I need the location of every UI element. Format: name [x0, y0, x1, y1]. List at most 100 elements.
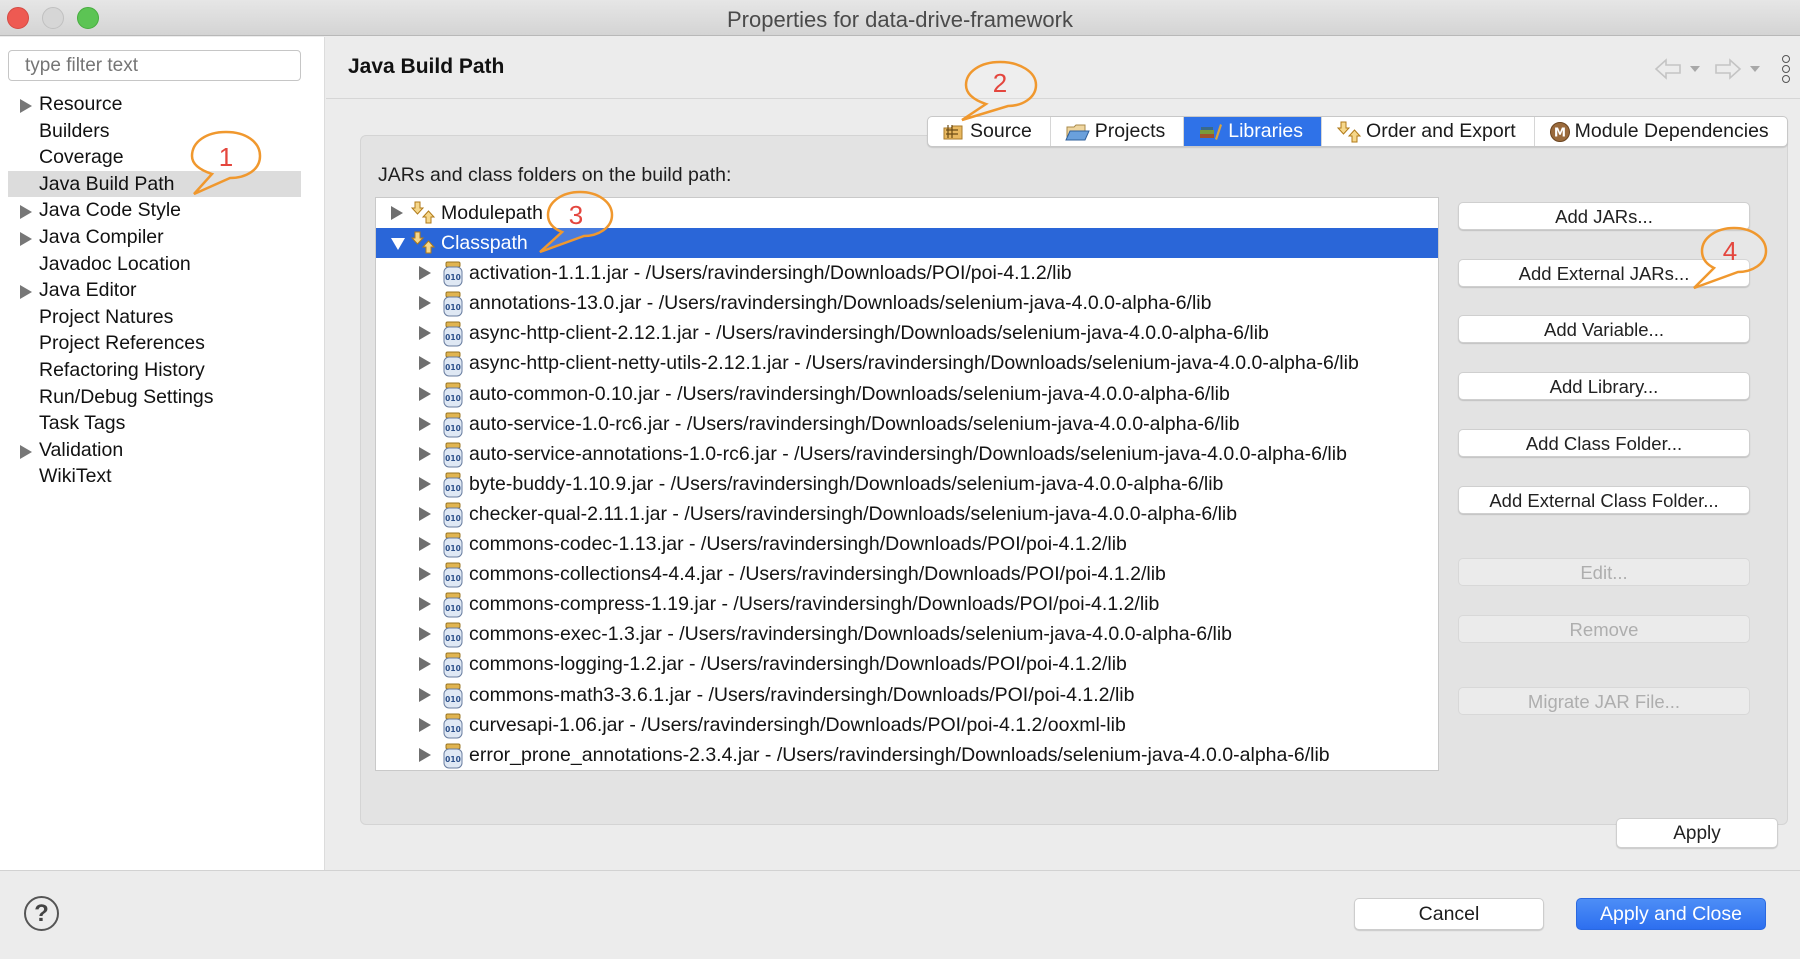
- tree-row-label: Classpath: [441, 232, 528, 255]
- apply-and-close-button[interactable]: Apply and Close: [1576, 898, 1766, 930]
- tab-label: Libraries: [1228, 120, 1304, 142]
- svg-text:010: 010: [445, 634, 461, 643]
- callout-4: 4: [1690, 224, 1770, 292]
- build-path-tree[interactable]: Modulepath Classpath 010 activation-1.1.1…: [375, 197, 1439, 771]
- jar-row[interactable]: 010 checker-qual-2.11.1.jar - /Users/ravi…: [376, 499, 1438, 529]
- jar-row[interactable]: 010 auto-service-annotations-1.0-rc6.jar …: [376, 439, 1438, 469]
- expand-arrow-icon[interactable]: [419, 627, 431, 642]
- jar-row[interactable]: 010 async-http-client-2.12.1.jar - /Users…: [376, 318, 1438, 348]
- expand-arrow-icon[interactable]: [419, 657, 431, 672]
- sidebar-item-label: Java Editor: [39, 279, 137, 302]
- sidebar-item-javadoc-location[interactable]: Javadoc Location: [0, 251, 325, 278]
- collapse-arrow-icon[interactable]: [391, 238, 405, 251]
- expand-arrow-icon[interactable]: [419, 506, 431, 521]
- callout-3: 3: [536, 188, 616, 256]
- add-class-folder-button[interactable]: Add Class Folder...: [1458, 429, 1750, 457]
- jar-row[interactable]: 010 commons-collections4-4.4.jar - /Users…: [376, 559, 1438, 589]
- remove-button[interactable]: Remove: [1458, 615, 1750, 643]
- tab-projects[interactable]: Projects: [1051, 117, 1185, 146]
- back-dropdown-icon[interactable]: [1690, 66, 1700, 72]
- header-divider: [326, 98, 1800, 99]
- expand-arrow-icon[interactable]: [419, 537, 431, 552]
- migrate-jar-file-button[interactable]: Migrate JAR File...: [1458, 687, 1750, 715]
- sidebar-item-validation[interactable]: Validation: [0, 437, 325, 464]
- jar-row[interactable]: 010 async-http-client-netty-utils-2.12.1.…: [376, 348, 1438, 378]
- sidebar-item-java-code-style[interactable]: Java Code Style: [0, 197, 325, 224]
- expand-arrow-icon[interactable]: [419, 567, 431, 582]
- jar-row[interactable]: 010 activation-1.1.1.jar - /Users/ravinde…: [376, 258, 1438, 288]
- apply-button[interactable]: Apply: [1616, 818, 1778, 848]
- jar-label: auto-service-1.0-rc6.jar - /Users/ravind…: [469, 412, 1240, 435]
- more-options-icon[interactable]: [1782, 55, 1790, 83]
- sidebar-item-refactoring-history[interactable]: Refactoring History: [0, 357, 325, 384]
- expand-arrow-icon[interactable]: [419, 326, 431, 341]
- expand-arrow-icon[interactable]: [419, 356, 431, 371]
- jar-row[interactable]: 010 curvesapi-1.06.jar - /Users/ravinders…: [376, 710, 1438, 740]
- callout-2: 2: [958, 58, 1042, 124]
- sidebar-item-label: Refactoring History: [39, 358, 205, 381]
- forward-dropdown-icon[interactable]: [1750, 66, 1760, 72]
- expand-arrow-icon[interactable]: [419, 446, 431, 461]
- expand-arrow-icon[interactable]: [419, 597, 431, 612]
- sidebar-item-label: Project References: [39, 332, 205, 355]
- tab-libraries[interactable]: Libraries: [1184, 117, 1323, 146]
- page-title: Java Build Path: [348, 55, 505, 78]
- jar-row[interactable]: 010 commons-compress-1.19.jar - /Users/ra…: [376, 589, 1438, 619]
- filter-input[interactable]: [8, 50, 301, 81]
- jar-row[interactable]: 010 error_prone_annotations-2.3.4.jar - /…: [376, 740, 1438, 770]
- sidebar-item-coverage[interactable]: Coverage: [0, 144, 325, 171]
- expand-arrow-icon[interactable]: [419, 296, 431, 311]
- sidebar-item-project-references[interactable]: Project References: [0, 330, 325, 357]
- cancel-button[interactable]: Cancel: [1354, 898, 1544, 930]
- projects-folder-icon: [1065, 124, 1090, 140]
- expand-arrow-icon[interactable]: [20, 205, 32, 220]
- jar-row[interactable]: 010 annotations-13.0.jar - /Users/ravinde…: [376, 288, 1438, 318]
- jar-row[interactable]: 010 commons-codec-1.13.jar - /Users/ravin…: [376, 529, 1438, 559]
- expand-arrow-icon[interactable]: [419, 717, 431, 732]
- sidebar-item-run-debug-settings[interactable]: Run/Debug Settings: [0, 384, 325, 411]
- jar-label: commons-codec-1.13.jar - /Users/ravinder…: [469, 533, 1127, 556]
- jar-row[interactable]: 010 commons-exec-1.3.jar - /Users/ravinde…: [376, 619, 1438, 649]
- jar-row[interactable]: 010 auto-service-1.0-rc6.jar - /Users/rav…: [376, 409, 1438, 439]
- svg-text:010: 010: [445, 514, 461, 523]
- expand-arrow-icon[interactable]: [419, 416, 431, 431]
- help-icon[interactable]: ?: [24, 896, 59, 931]
- add-external-class-folder-button[interactable]: Add External Class Folder...: [1458, 486, 1750, 514]
- expand-arrow-icon[interactable]: [419, 476, 431, 491]
- tab-order-and-export[interactable]: Order and Export: [1322, 117, 1535, 146]
- sidebar-item-project-natures[interactable]: Project Natures: [0, 304, 325, 331]
- add-library-button[interactable]: Add Library...: [1458, 372, 1750, 400]
- tab-module-dependencies[interactable]: M Module Dependencies: [1535, 117, 1787, 146]
- order-export-icon: [1336, 121, 1362, 142]
- sidebar-item-label: Run/Debug Settings: [39, 385, 214, 408]
- sidebar-item-resource[interactable]: Resource: [0, 91, 325, 118]
- forward-arrow-icon[interactable]: [1714, 58, 1742, 80]
- expand-arrow-icon[interactable]: [20, 285, 32, 300]
- sidebar-item-java-compiler[interactable]: Java Compiler: [0, 224, 325, 251]
- sidebar-item-task-tags[interactable]: Task Tags: [0, 410, 325, 437]
- expand-arrow-icon[interactable]: [419, 386, 431, 401]
- expand-arrow-icon[interactable]: [20, 231, 32, 246]
- jar-label: auto-common-0.10.jar - /Users/ravindersi…: [469, 382, 1230, 405]
- sidebar-item-java-editor[interactable]: Java Editor: [0, 277, 325, 304]
- jar-row[interactable]: 010 byte-buddy-1.10.9.jar - /Users/ravind…: [376, 469, 1438, 499]
- jar-row[interactable]: 010 auto-common-0.10.jar - /Users/ravinde…: [376, 379, 1438, 409]
- back-arrow-icon[interactable]: [1654, 58, 1682, 80]
- edit-button[interactable]: Edit...: [1458, 558, 1750, 586]
- expand-arrow-icon[interactable]: [419, 687, 431, 702]
- tab-label: Projects: [1094, 120, 1166, 142]
- expand-arrow-icon[interactable]: [419, 266, 431, 281]
- jar-label: activation-1.1.1.jar - /Users/ravindersi…: [469, 262, 1072, 285]
- sidebar-item-wikitext[interactable]: WikiText: [0, 463, 325, 490]
- add-variable-button[interactable]: Add Variable...: [1458, 315, 1750, 343]
- expand-arrow-icon[interactable]: [20, 99, 32, 113]
- jar-label: commons-exec-1.3.jar - /Users/ravindersi…: [469, 623, 1232, 646]
- expand-arrow-icon[interactable]: [20, 444, 32, 459]
- jar-label: async-http-client-netty-utils-2.12.1.jar…: [469, 352, 1359, 375]
- jar-row[interactable]: 010 commons-math3-3.6.1.jar - /Users/ravi…: [376, 680, 1438, 710]
- expand-arrow-icon[interactable]: [391, 206, 403, 220]
- expand-arrow-icon[interactable]: [419, 747, 431, 762]
- sidebar-item-builders[interactable]: Builders: [0, 118, 325, 145]
- property-nav: Resource Builders Coverage Java Build Pa…: [0, 91, 325, 490]
- jar-row[interactable]: 010 commons-logging-1.2.jar - /Users/ravi…: [376, 649, 1438, 679]
